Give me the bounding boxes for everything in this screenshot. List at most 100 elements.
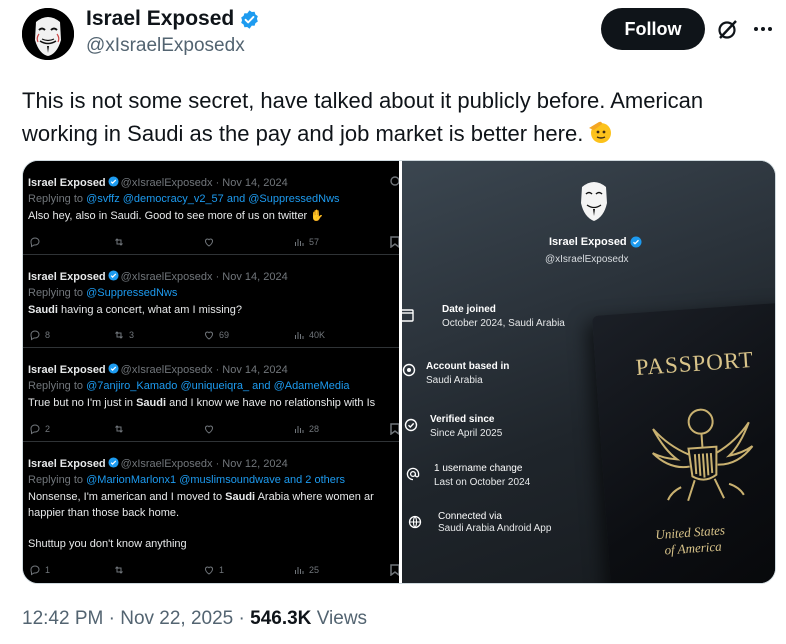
like-icon [203, 236, 215, 248]
reply-meta: @xIsraelExposedx · Nov 14, 2024 [120, 271, 288, 283]
reply-body: having a concert, what am I missing? [61, 304, 242, 316]
reply-author: Israel Exposed [28, 271, 106, 283]
views-count: 57 [309, 237, 320, 247]
meta-separator: · [238, 608, 245, 629]
replying-to-label: Replying to [28, 380, 84, 392]
info-title: 1 username change [434, 463, 523, 474]
grok-icon [390, 176, 399, 186]
profile-name: Israel Exposed [549, 236, 642, 248]
reply-item: Israel Exposed @xIsraelExposedx · Nov 14,… [23, 161, 399, 255]
reply-mentions: @7anjiro_Kamado @uniqueiqra_ and @AdameM… [86, 380, 350, 392]
calendar-icon [402, 309, 414, 322]
author-name[interactable]: Israel Exposed [86, 7, 260, 31]
reply-icon: 1 [29, 564, 50, 576]
location-icon [402, 363, 416, 377]
tweet-metadata: 12:42 PM · Nov 22, 2025 · 546.3K Views [22, 608, 367, 630]
reply-author: Israel Exposed [28, 177, 106, 189]
reply-meta: @xIsraelExposedx · Nov 14, 2024 [120, 364, 288, 376]
profile-name-text: Israel Exposed [549, 236, 627, 248]
reply-body-bold: Saudi [225, 491, 256, 503]
repost-icon [113, 236, 125, 248]
passport-country: United States of America [655, 522, 727, 559]
reply-body: True but no I'm just in [28, 397, 134, 409]
repost-icon [113, 423, 125, 435]
replying-to-label: Replying to [28, 474, 84, 486]
info-value: October 2024, Saudi Arabia [442, 318, 565, 329]
follow-button[interactable]: Follow [601, 8, 705, 50]
views-count: 25 [309, 565, 320, 575]
more-options-icon[interactable] [752, 22, 774, 36]
tweet-date[interactable]: Nov 22, 2025 [120, 608, 233, 629]
views-icon: 57 [293, 236, 319, 248]
replying-to-label: Replying to [28, 287, 84, 299]
likes-count: 1 [219, 565, 225, 575]
author-name-text[interactable]: Israel Exposed [86, 7, 234, 31]
tweet-media[interactable]: Israel Exposed @xIsraelExposedx · Nov 14,… [22, 160, 776, 584]
author-handle[interactable]: @xIsraelExposedx [86, 35, 245, 57]
reply-body-bold: Saudi [28, 304, 58, 316]
profile-handle: @xIsraelExposedx [545, 254, 629, 265]
reply-body-bold: Saudi [136, 397, 167, 409]
reply-actions: 57 [23, 236, 399, 250]
replies-screenshot[interactable]: Israel Exposed @xIsraelExposedx · Nov 14,… [23, 161, 399, 583]
reply-body-continued: and I know we have no relationship with … [169, 397, 376, 409]
reply-icon [29, 236, 41, 248]
tweet-time[interactable]: 12:42 PM [22, 608, 103, 629]
verified-check-icon [404, 418, 418, 432]
replies-count: 1 [45, 565, 51, 575]
info-value: Saudi Arabia Android App [438, 523, 552, 534]
replies-count: 8 [45, 330, 51, 340]
views-icon: 25 [293, 564, 319, 576]
clapping-hands-emoji-icon: ✋ [310, 210, 324, 222]
views-count: 28 [309, 424, 320, 434]
passport-title: PASSPORT [634, 346, 755, 381]
likes-count: 69 [219, 330, 230, 340]
reply-body-continued: Arabia where women ar [257, 491, 374, 503]
info-value: Saudi Arabia [426, 375, 483, 386]
replying-to-label: Replying to [28, 193, 84, 205]
meta-separator: · [108, 608, 115, 629]
info-title: Verified since [430, 414, 495, 425]
bookmark-icon [390, 236, 399, 248]
grok-icon[interactable] [716, 17, 740, 41]
bookmark-icon [390, 423, 399, 435]
reply-body-line2: happier than those back home. [28, 507, 180, 519]
reposts-count: 3 [129, 330, 135, 340]
replies-count: 2 [45, 424, 51, 434]
reply-icon: 2 [29, 423, 50, 435]
tweet-views-count[interactable]: 546.3K [250, 608, 311, 629]
globe-icon [408, 515, 422, 529]
verified-badge-icon [108, 457, 119, 468]
reply-body-line3: Shuttup you don't know anything [28, 538, 187, 550]
passport-photo: PASSPORT United States of America [592, 302, 775, 583]
reply-mentions: @SuppressedNws [86, 287, 178, 299]
info-value: Since April 2025 [430, 428, 503, 439]
repost-icon: 3 [113, 329, 134, 341]
bookmark-icon [390, 564, 399, 576]
like-icon: 1 [203, 564, 224, 576]
info-title: Connected via [438, 511, 502, 522]
reply-item: Israel Exposed @xIsraelExposedx · Nov 12,… [23, 442, 399, 583]
at-sign-icon [406, 467, 420, 481]
views-icon: 28 [293, 423, 319, 435]
verified-badge-icon [108, 363, 119, 374]
verified-badge-icon [108, 270, 119, 281]
reply-actions: 2 28 [23, 423, 399, 437]
info-value: Last on October 2024 [434, 477, 531, 488]
reply-author: Israel Exposed [28, 458, 106, 470]
reply-body: Nonsense, I'm american and I moved to [28, 491, 223, 503]
verified-badge-icon [108, 176, 119, 187]
author-avatar[interactable] [22, 8, 74, 60]
like-icon [203, 423, 215, 435]
repost-icon [113, 564, 125, 576]
reply-icon: 8 [29, 329, 50, 341]
passport-country-line2: of America [663, 538, 723, 558]
verified-badge-icon [241, 9, 259, 29]
tweet-views-label[interactable]: Views [317, 608, 367, 629]
eagle-seal-icon [652, 408, 754, 502]
reply-item: Israel Exposed @xIsraelExposedx · Nov 14,… [23, 348, 399, 442]
views-icon: 40K [293, 329, 325, 341]
reply-meta: @xIsraelExposedx · Nov 14, 2024 [120, 177, 288, 189]
guy-fawkes-mask-icon [22, 8, 74, 60]
profile-info-photo[interactable]: Israel Exposed @xIsraelExposedx PASSPORT [402, 161, 775, 583]
